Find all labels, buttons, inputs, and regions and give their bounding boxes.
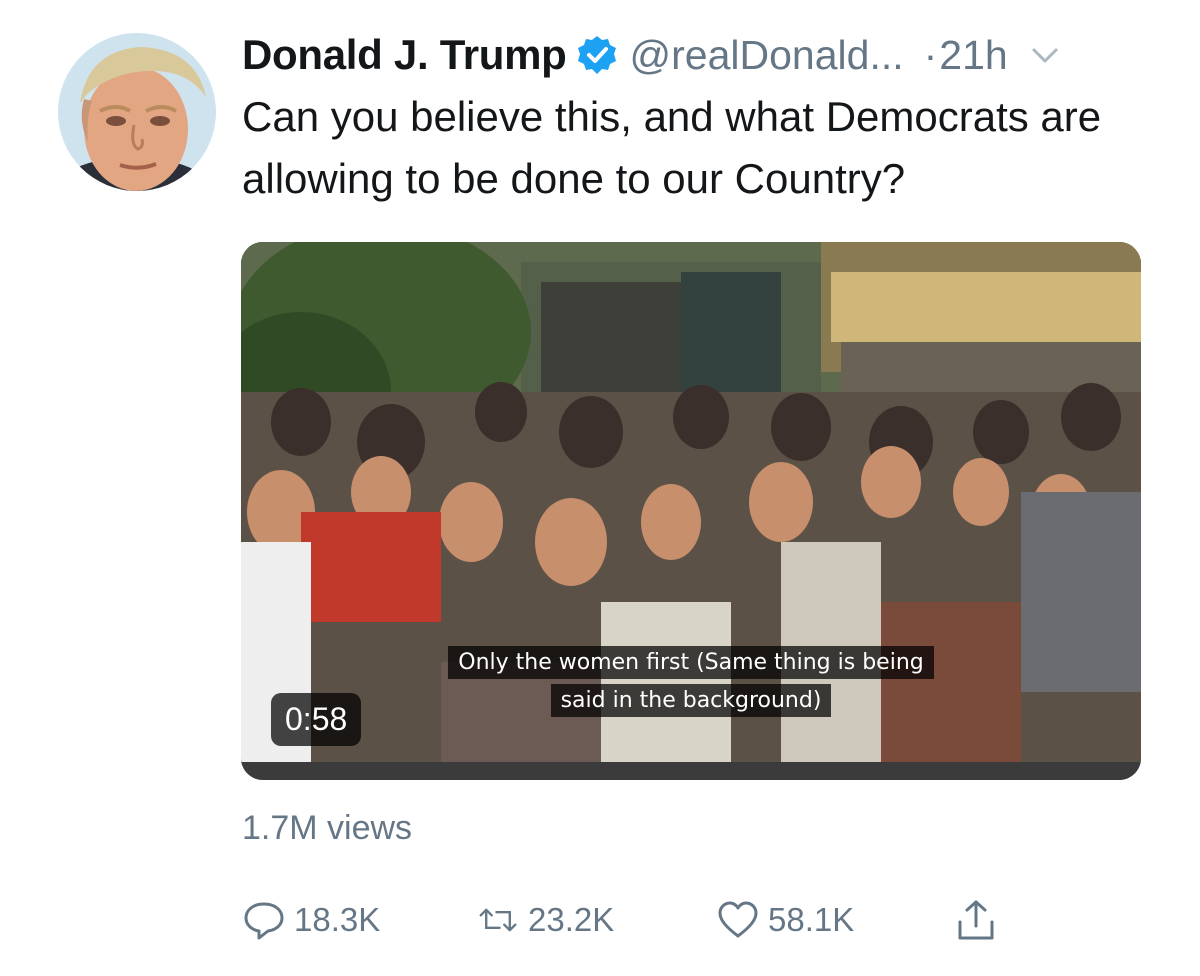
video-player[interactable]: Only the women first (Same thing is bein…: [241, 242, 1141, 780]
speech-bubble-icon: [242, 898, 286, 942]
author-handle[interactable]: @realDonald...: [630, 32, 904, 79]
video-duration: 0:58: [271, 693, 362, 746]
verified-badge-icon: [576, 34, 618, 76]
reply-count: 18.3K: [294, 901, 381, 938]
action-bar: 18.3K 23.2K 58.1K: [242, 898, 1142, 948]
retweet-arrows-icon: [476, 898, 520, 942]
retweet-button[interactable]: 23.2K: [476, 898, 614, 942]
like-button[interactable]: 58.1K: [716, 898, 854, 942]
reply-button[interactable]: 18.3K: [242, 898, 380, 942]
avatar-image: [58, 33, 216, 191]
separator-dot: ·: [923, 31, 938, 78]
tweet-text: Can you believe this, and what Democrats…: [242, 93, 1102, 202]
avatar[interactable]: [58, 33, 216, 191]
share-button[interactable]: [954, 898, 998, 942]
share-upload-icon: [954, 898, 998, 942]
subtitle-line-2: said in the background): [241, 684, 1141, 717]
timestamp[interactable]: 21h: [939, 32, 1007, 79]
chevron-down-icon[interactable]: [1030, 40, 1060, 70]
author-name[interactable]: Donald J. Trump: [242, 31, 567, 79]
tweet-header: Donald J. Trump @realDonald... · 21h: [242, 28, 1152, 82]
subtitle-line-1: Only the women first (Same thing is bein…: [241, 646, 1141, 679]
heart-outline-icon: [716, 898, 760, 942]
retweet-count: 23.2K: [528, 901, 615, 938]
like-count: 58.1K: [768, 901, 855, 938]
view-count: 1.7M views: [242, 809, 413, 847]
